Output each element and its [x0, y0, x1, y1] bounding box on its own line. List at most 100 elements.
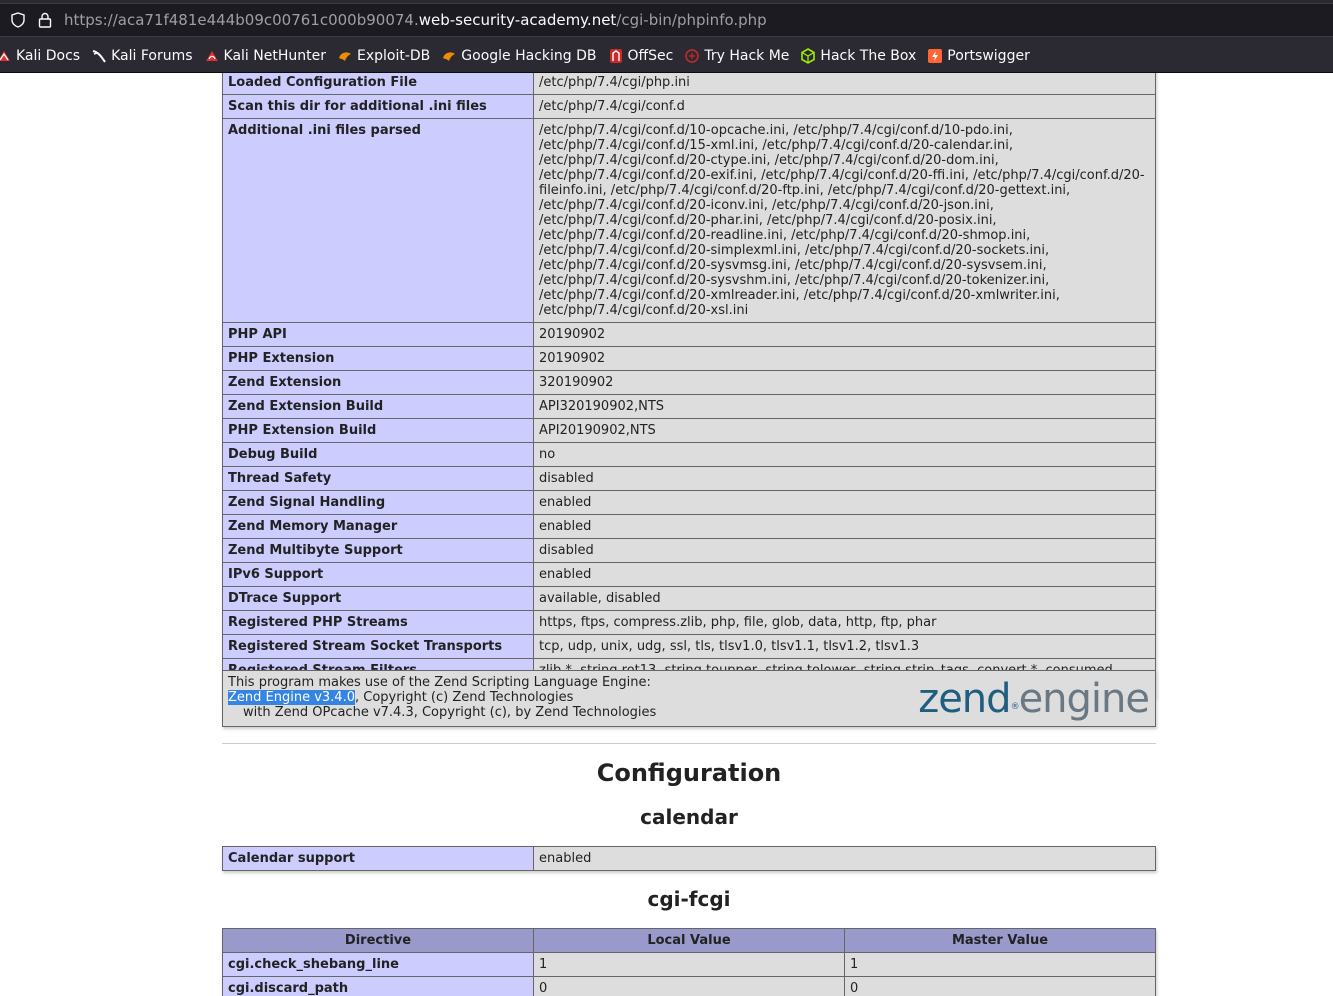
row-name: Debug Build	[222, 442, 534, 467]
row-name: Zend Extension Build	[222, 394, 534, 419]
row-value: enabled	[533, 562, 1156, 587]
table-row: Calendar support enabled	[222, 846, 1156, 871]
row-value: enabled	[533, 846, 1156, 871]
row-name: Zend Multibyte Support	[222, 538, 534, 563]
zend-engine-box: This program makes use of the Zend Scrip…	[222, 670, 1156, 727]
table-row: Loaded Configuration File/etc/php/7.4/cg…	[222, 73, 1156, 95]
lock-icon[interactable]	[38, 12, 52, 28]
row-name: Zend Extension	[222, 370, 534, 395]
table-row: IPv6 Support enabled	[222, 562, 1156, 587]
table-row: Zend Memory Manager enabled	[222, 514, 1156, 539]
table-row: cgi.check_shebang_line 1 1	[222, 952, 1156, 977]
bookmark-offsec[interactable]: OffSec	[608, 48, 673, 64]
row-name: Thread Safety	[222, 466, 534, 491]
row-value: enabled	[533, 514, 1156, 539]
table-row: Registered Stream Socket Transports tcp, …	[222, 634, 1156, 659]
row-value: no	[533, 442, 1156, 467]
row-value: disabled	[533, 466, 1156, 491]
exploitdb-icon	[338, 52, 351, 61]
table-row: Scan this dir for additional .ini files /…	[222, 94, 1156, 119]
master-value: 0	[844, 976, 1156, 996]
table-row: PHP API 20190902	[222, 322, 1156, 347]
bookmark-google-hacking-db[interactable]: Google Hacking DB	[441, 48, 597, 64]
table-row: Debug Build no	[222, 442, 1156, 467]
table-row: Zend Extension 320190902	[222, 370, 1156, 395]
directive-name: cgi.discard_path	[222, 976, 534, 996]
row-value: tcp, udp, unix, udg, ssl, tls, tlsv1.0, …	[533, 634, 1156, 659]
section-divider	[222, 743, 1156, 744]
bookmark-hack-the-box[interactable]: Hack The Box	[800, 48, 916, 64]
row-name: DTrace Support	[222, 586, 534, 611]
row-value: 320190902	[533, 370, 1156, 395]
page-content: Loaded Configuration File/etc/php/7.4/cg…	[0, 73, 1333, 996]
row-value: https, ftps, compress.zlib, php, file, g…	[533, 610, 1156, 635]
table-row: Thread Safety disabled	[222, 466, 1156, 491]
hackthebox-icon	[801, 48, 816, 64]
address-bar[interactable]: https://aca71f481e444b09c00761c000b90074…	[0, 3, 1333, 37]
cgi-fcgi-table: Directive Local Value Master Value cgi.c…	[222, 928, 1156, 996]
kali-icon	[0, 51, 10, 61]
directive-name: cgi.check_shebang_line	[222, 952, 534, 977]
kali-dragon-icon	[92, 50, 106, 63]
row-name: Zend Signal Handling	[222, 490, 534, 515]
portswigger-icon	[928, 49, 943, 63]
table-row: cgi.discard_path 0 0	[222, 976, 1156, 996]
bookmark-kali-docs[interactable]: Kali Docs	[0, 48, 80, 64]
bookmark-try-hack-me[interactable]: Try Hack Me	[684, 48, 789, 64]
row-value: enabled	[533, 490, 1156, 515]
cgi-fcgi-heading: cgi-fcgi	[647, 887, 731, 911]
bookmark-exploit-db[interactable]: Exploit-DB	[337, 48, 430, 64]
url-text[interactable]: https://aca71f481e444b09c00761c000b90074…	[64, 11, 767, 29]
row-name: Loaded Configuration File	[222, 73, 534, 95]
table-row: Additional .ini files parsed/etc/php/7.4…	[222, 118, 1156, 323]
calendar-table: Calendar support enabled	[222, 846, 1156, 871]
table-row: Registered PHP Streams https, ftps, compr…	[222, 610, 1156, 635]
table-row: DTrace Support available, disabled	[222, 586, 1156, 611]
row-value: /etc/php/7.4/cgi/php.ini	[533, 73, 1156, 95]
shield-icon[interactable]	[10, 12, 26, 28]
local-value: 0	[533, 976, 845, 996]
core-info-table: Loaded Configuration File/etc/php/7.4/cg…	[222, 73, 1156, 698]
ghdb-icon	[443, 52, 456, 61]
header-master-value: Master Value	[844, 928, 1156, 953]
table-row: Zend Extension Build API320190902,NTS	[222, 394, 1156, 419]
row-name: Additional .ini files parsed	[222, 118, 534, 323]
calendar-heading: calendar	[640, 805, 738, 829]
table-row: PHP Extension 20190902	[222, 346, 1156, 371]
bookmark-kali-nethunter[interactable]: Kali NetHunter	[204, 48, 326, 64]
row-name: Scan this dir for additional .ini files	[222, 94, 534, 119]
row-value: 20190902	[533, 346, 1156, 371]
table-header-row: Directive Local Value Master Value	[222, 928, 1156, 953]
row-value: /etc/php/7.4/cgi/conf.d	[533, 94, 1156, 119]
cgi-fcgi-table-wrap: Directive Local Value Master Value cgi.c…	[222, 928, 1156, 996]
header-directive: Directive	[222, 928, 534, 953]
row-value: disabled	[533, 538, 1156, 563]
table-row: Zend Multibyte Support disabled	[222, 538, 1156, 563]
zend-engine-logo[interactable]: zend®engine	[918, 675, 1150, 723]
row-name: PHP Extension Build	[222, 418, 534, 443]
row-value: available, disabled	[533, 586, 1156, 611]
row-value: API20190902,NTS	[533, 418, 1156, 443]
bookmarks-toolbar: Kali Docs Kali Forums Kali NetHunter Exp…	[0, 40, 1333, 73]
header-local-value: Local Value	[533, 928, 845, 953]
calendar-table-wrap: Calendar support enabled	[222, 846, 1156, 871]
bookmark-portswigger[interactable]: Portswigger	[927, 48, 1030, 64]
nethunter-icon	[205, 51, 218, 61]
browser-toolbar: https://aca71f481e444b09c00761c000b90074…	[0, 0, 1333, 40]
master-value: 1	[844, 952, 1156, 977]
row-name: IPv6 Support	[222, 562, 534, 587]
table-row: Zend Signal Handling enabled	[222, 490, 1156, 515]
row-name: Calendar support	[222, 846, 534, 871]
offsec-icon	[609, 49, 622, 63]
zend-engine-link[interactable]: Zend Engine v3.4.0	[228, 690, 355, 705]
row-value: 20190902	[533, 322, 1156, 347]
row-value: /etc/php/7.4/cgi/conf.d/10-opcache.ini, …	[533, 118, 1156, 323]
tryhackme-icon	[685, 49, 700, 63]
row-name: PHP Extension	[222, 346, 534, 371]
row-name: Registered Stream Socket Transports	[222, 634, 534, 659]
row-name: Zend Memory Manager	[222, 514, 534, 539]
table-row: PHP Extension Build API20190902,NTS	[222, 418, 1156, 443]
bookmark-kali-forums[interactable]: Kali Forums	[91, 48, 193, 64]
local-value: 1	[533, 952, 845, 977]
configuration-heading: Configuration	[596, 759, 782, 787]
